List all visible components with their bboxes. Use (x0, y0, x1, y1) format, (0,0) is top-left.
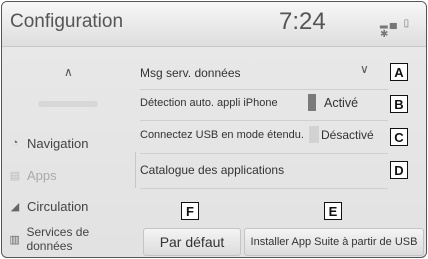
toggle-indicator (308, 94, 316, 111)
data-services-icon: ▥ (9, 233, 20, 246)
callout-c: C (390, 128, 408, 146)
usb-label: Connectez USB en mode étendu. (140, 129, 304, 141)
usb-value: Désactivé (321, 127, 374, 142)
msg-serv-row[interactable]: Msg serv. données (140, 59, 386, 87)
sidebar-item-apps[interactable]: ▤ Apps (8, 162, 57, 188)
sidebar-item-label: Apps (27, 167, 57, 183)
phone-icon: ▯ (403, 18, 412, 29)
page-title: Configuration (10, 11, 124, 32)
sidebar: ∧ ◔ Navigation ▤ Apps ◢ Circulation ▥ Se… (2, 47, 134, 257)
callout-f: F (181, 202, 199, 220)
bluetooth-icon: ✱ (380, 29, 391, 40)
sidebar-divider (135, 152, 136, 188)
sidebar-item-label: Circulation (27, 198, 89, 214)
detection-toggle[interactable]: Activé (308, 94, 358, 111)
callout-b: B (390, 95, 408, 113)
apps-icon: ▤ (9, 169, 21, 182)
title-bar: Configuration 7:24 ▂▄ ▯ ✱ (2, 2, 426, 47)
callout-d: D (390, 161, 408, 179)
screen-frame: Configuration 7:24 ▂▄ ▯ ✱ ∧ ◔ Navigation… (1, 1, 427, 258)
msg-serv-label: Msg serv. données (140, 66, 241, 80)
sidebar-item-data-services[interactable]: ▥ Services de données (8, 225, 134, 253)
default-button[interactable]: Par défaut (143, 228, 241, 256)
status-icons: ▂▄ ▯ ✱ (380, 18, 426, 40)
signal-icon: ▂▄ (380, 18, 399, 29)
toggle-indicator (309, 126, 319, 143)
row-divider (140, 188, 388, 189)
sidebar-item-navigation[interactable]: ◔ Navigation (8, 130, 89, 156)
sidebar-item-label: Services de données (26, 225, 90, 253)
catalogue-label: Catalogue des applications (140, 163, 285, 177)
sidebar-item-label: Navigation (27, 135, 89, 151)
chevron-down-icon[interactable]: ∨ (360, 62, 369, 76)
sidebar-item-circulation[interactable]: ◢ Circulation (8, 193, 89, 219)
detection-value: Activé (324, 95, 359, 110)
install-button-label: Installer App Suite à partir de USB (250, 236, 418, 248)
catalogue-row[interactable]: Catalogue des applications (140, 156, 386, 184)
usb-toggle[interactable]: Désactivé (309, 126, 374, 143)
detection-label: Détection auto. appli iPhone (140, 97, 278, 109)
callout-a: A (390, 63, 408, 81)
navigation-icon: ◔ (11, 137, 19, 149)
callout-e: E (324, 202, 342, 220)
scroll-up-icon[interactable]: ∧ (64, 65, 73, 79)
car-icon: ◢ (10, 200, 20, 213)
install-app-suite-button[interactable]: Installer App Suite à partir de USB (244, 228, 424, 256)
row-divider (140, 153, 388, 154)
clock: 7:24 (279, 8, 326, 35)
default-button-label: Par défaut (159, 234, 225, 250)
sidebar-item-hidden (38, 101, 98, 107)
